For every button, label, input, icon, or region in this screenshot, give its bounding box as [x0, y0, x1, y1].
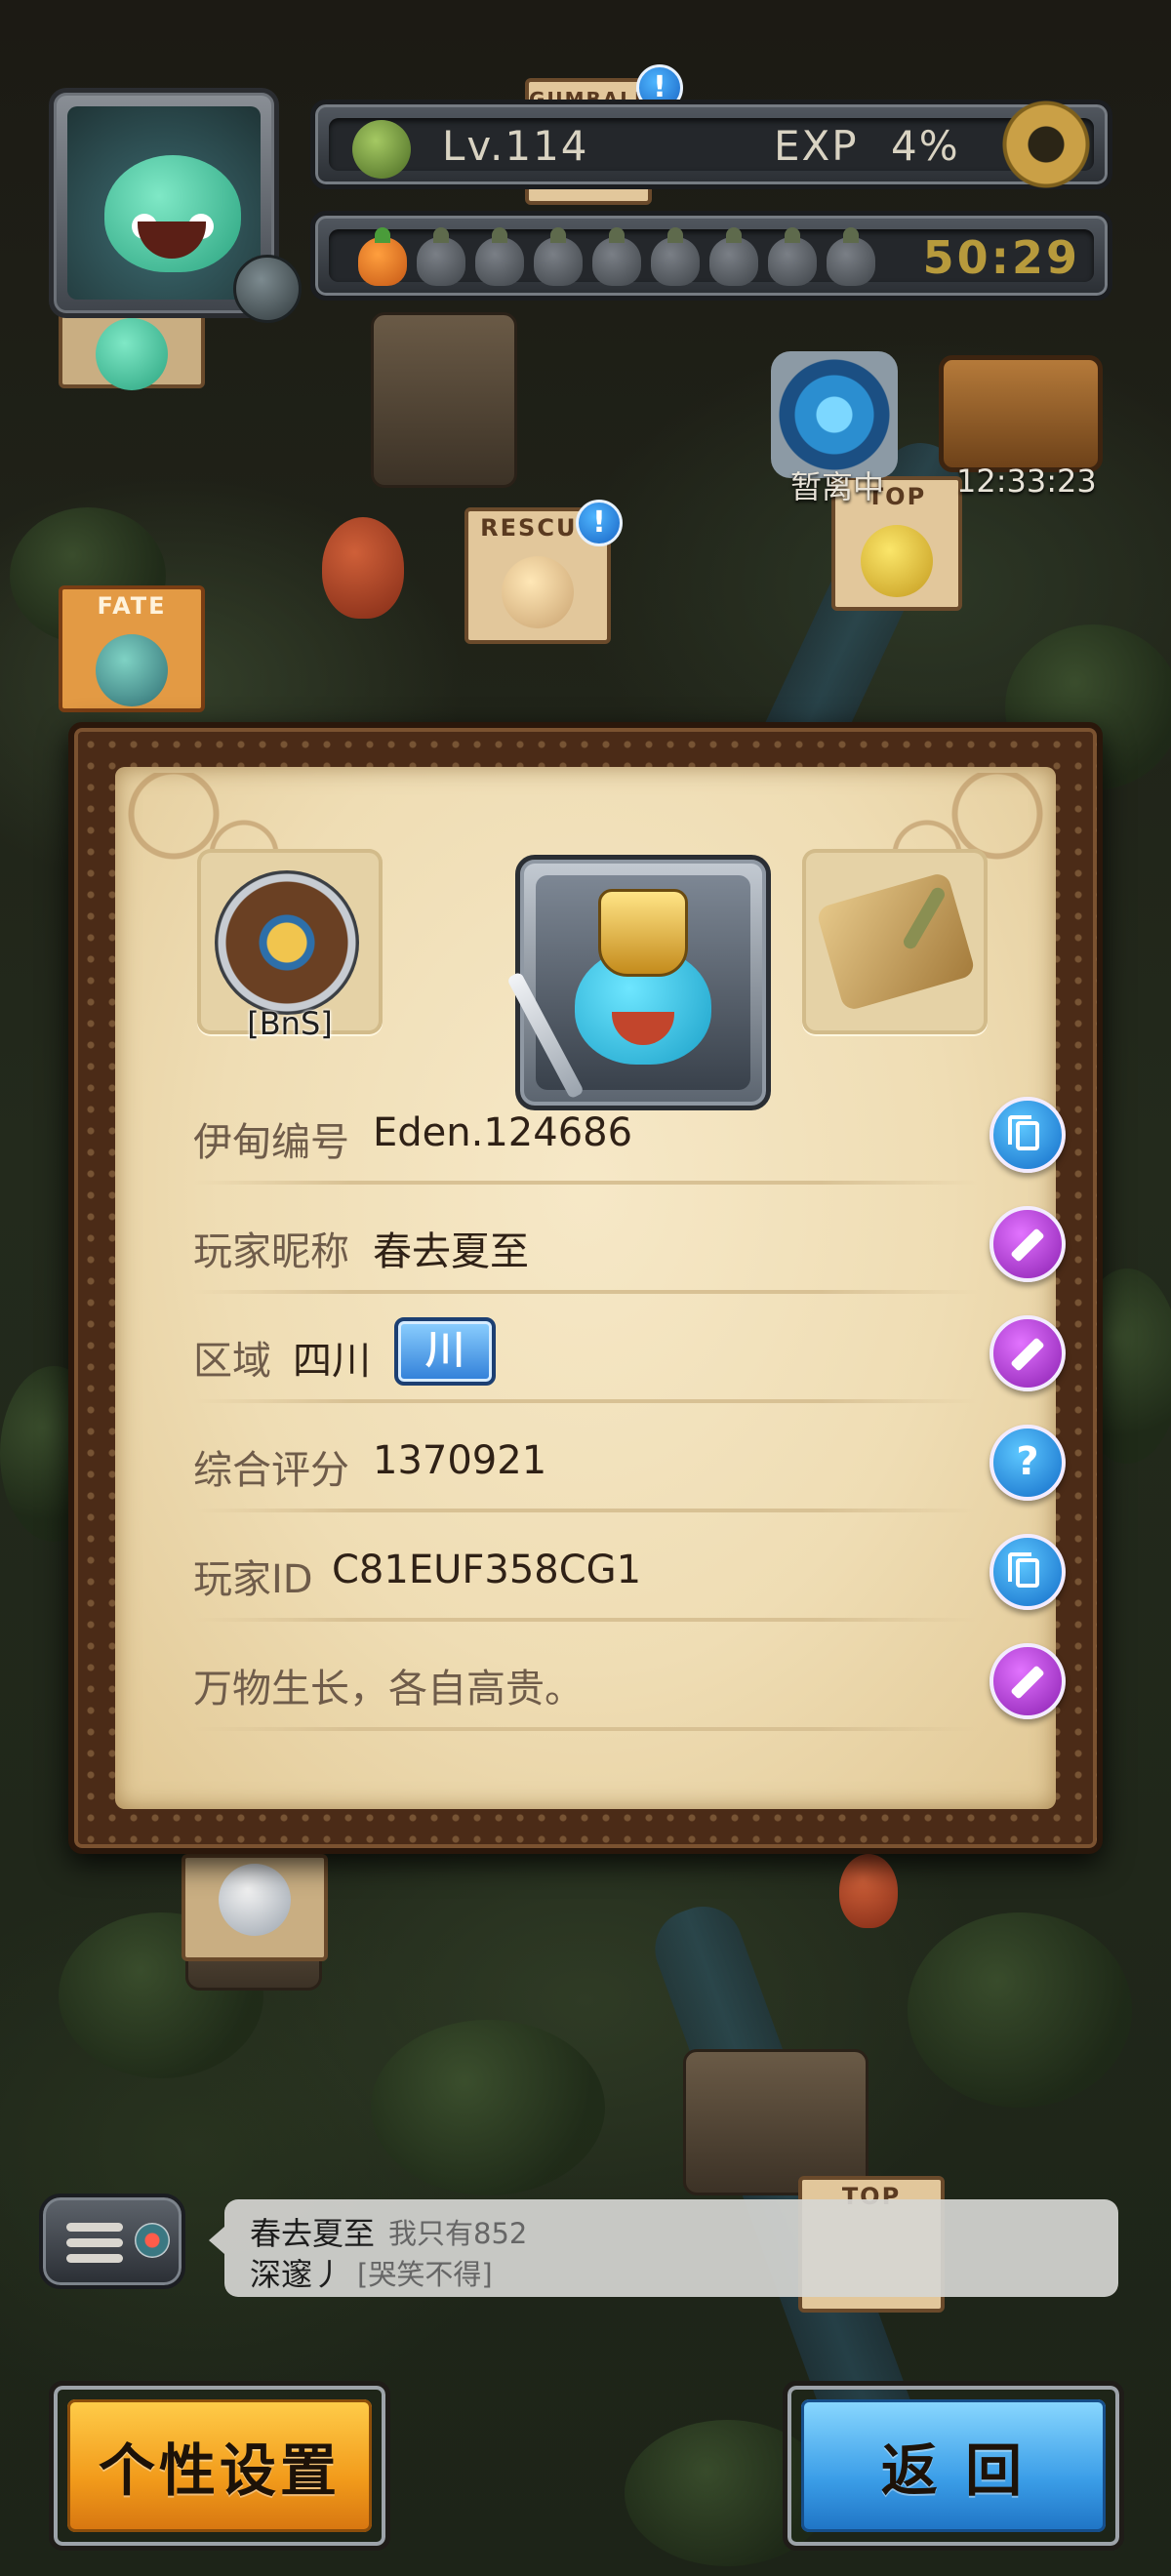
level-text: Lv.114: [442, 122, 589, 170]
map-sign-fate-label: FATE: [97, 592, 167, 620]
profile-row-player-id: 玩家ID C81EUF358CG1: [193, 1512, 1066, 1620]
gear-tooth: [999, 98, 1093, 191]
guild-badge-slot[interactable]: [BnS]: [197, 849, 383, 1042]
level-tree-icon: [352, 120, 411, 179]
chat-preview[interactable]: 春去夏至 我只有852 深邃丿 [哭笑不得]: [209, 2199, 1118, 2297]
carrot-empty-icon: [827, 227, 875, 286]
back-label: 返 回: [880, 2437, 1027, 2504]
score-label: 综合评分: [193, 1448, 349, 1493]
chat-line1-name: 春去夏至: [250, 2215, 376, 2252]
chat-icon-line: [66, 2223, 123, 2232]
avatar-background: [67, 106, 261, 300]
chest-timer: 12:33:23: [956, 463, 1097, 500]
profile-row-motto: 万物生长，各自高贵。: [193, 1622, 1066, 1729]
profile-row-eden-id: 伊甸编号 Eden.124686: [193, 1075, 1066, 1183]
score-value: 1370921: [373, 1438, 547, 1483]
avatar-character-icon: [104, 155, 241, 272]
personal-settings-button[interactable]: 个性设置: [49, 2381, 390, 2551]
region-value: 四川: [293, 1339, 371, 1384]
gear-tooth: [992, 133, 1100, 156]
portal-icon[interactable]: [771, 351, 898, 478]
carrot-empty-icon: [417, 227, 465, 286]
stamina-timer: 50:29: [922, 231, 1080, 284]
portal-status-text: 暂离中: [790, 468, 885, 505]
chat-indicator-icon: [135, 2223, 170, 2258]
stamina-carrots: [358, 227, 875, 286]
avatar-mouth: [138, 221, 206, 259]
back-button[interactable]: 返 回: [783, 2381, 1124, 2551]
map-sign-fate[interactable]: FATE: [59, 585, 205, 712]
rescue-character-icon: [502, 556, 574, 628]
nickname-value: 春去夏至: [373, 1229, 529, 1274]
player-id-value: C81EUF358CG1: [332, 1548, 642, 1592]
score-help-button[interactable]: ?: [989, 1425, 1066, 1501]
help-icon: ?: [1016, 1439, 1039, 1484]
avatar-companion-icon: [233, 255, 302, 323]
nickname-label: 玩家昵称: [193, 1229, 349, 1274]
chat-radio-icon[interactable]: [39, 2194, 185, 2289]
top-character-icon: [861, 525, 933, 597]
player-avatar[interactable]: [49, 88, 302, 323]
settings-gear-icon[interactable]: [986, 84, 1107, 205]
carrot-empty-icon: [592, 227, 641, 286]
pencil-icon: [1010, 1228, 1045, 1263]
scroll-slot[interactable]: [802, 849, 988, 1034]
chat-icon-line: [66, 2254, 123, 2263]
profile-row-score: 综合评分 1370921 ?: [193, 1403, 1066, 1510]
exp-value: 4%: [891, 122, 960, 170]
exp-label: EXP: [774, 122, 859, 170]
edit-nickname-button[interactable]: [989, 1206, 1066, 1282]
profile-row-region: 区域 四川 川: [193, 1294, 1066, 1401]
rescue-alert-icon: !: [576, 500, 623, 546]
copy-player-id-button[interactable]: [989, 1534, 1066, 1610]
region-label: 区域: [193, 1339, 271, 1384]
personal-settings-label: 个性设置: [98, 2437, 341, 2504]
treasure-chest-icon[interactable]: [939, 355, 1103, 472]
chat-line2-message: [哭笑不得]: [357, 2258, 493, 2291]
carrot-empty-icon: [534, 227, 583, 286]
carrot-empty-icon: [475, 227, 524, 286]
copy-icon: [1008, 1552, 1039, 1588]
copy-eden-id-button[interactable]: [989, 1097, 1066, 1173]
profile-row-nickname: 玩家昵称 春去夏至: [193, 1185, 1066, 1292]
carrot-full-icon: [358, 227, 407, 286]
motto-text: 万物生长，各自高贵。: [193, 1667, 584, 1711]
gear-tooth: [999, 98, 1093, 191]
hero-helmet-icon: [598, 889, 688, 977]
carrot-empty-icon: [709, 227, 758, 286]
player-id-label: 玩家ID: [193, 1557, 313, 1602]
profile-parchment: [BnS] 伊甸编号 Eden.124686 玩家昵称 春去夏至 区域 四川 川…: [115, 767, 1066, 1809]
chat-icon-line: [66, 2238, 123, 2247]
fate-character-icon: [96, 634, 168, 706]
guild-tag: [BnS]: [247, 1005, 333, 1042]
eden-id-label: 伊甸编号: [193, 1120, 349, 1165]
map-sign-arena[interactable]: [182, 1854, 328, 1961]
carrot-empty-icon: [768, 227, 817, 286]
hero-portrait[interactable]: [506, 855, 771, 1110]
scroll-icon: [815, 870, 977, 1013]
edit-motto-button[interactable]: [989, 1643, 1066, 1719]
region-badge: 川: [394, 1317, 496, 1386]
pencil-icon: [1010, 1337, 1045, 1372]
profile-panel: [BnS] 伊甸编号 Eden.124686 玩家昵称 春去夏至 区域 四川 川…: [68, 722, 1103, 1854]
chat-line1-message: 我只有852: [388, 2217, 528, 2250]
eden-id-value: Eden.124686: [373, 1110, 633, 1155]
gear-tooth: [1034, 91, 1058, 198]
map-sign-guild[interactable]: [59, 310, 205, 390]
pencil-icon: [1010, 1665, 1045, 1700]
stamina-bar[interactable]: 50:29: [310, 211, 1112, 301]
arena-character-icon: [219, 1864, 291, 1936]
chat-line2-name: 深邃丿: [250, 2256, 344, 2293]
guild-character-icon: [96, 318, 168, 390]
copy-icon: [1008, 1115, 1039, 1150]
edit-region-button[interactable]: [989, 1315, 1066, 1391]
carrot-empty-icon: [651, 227, 700, 286]
guild-goblet-icon: [215, 870, 359, 1015]
